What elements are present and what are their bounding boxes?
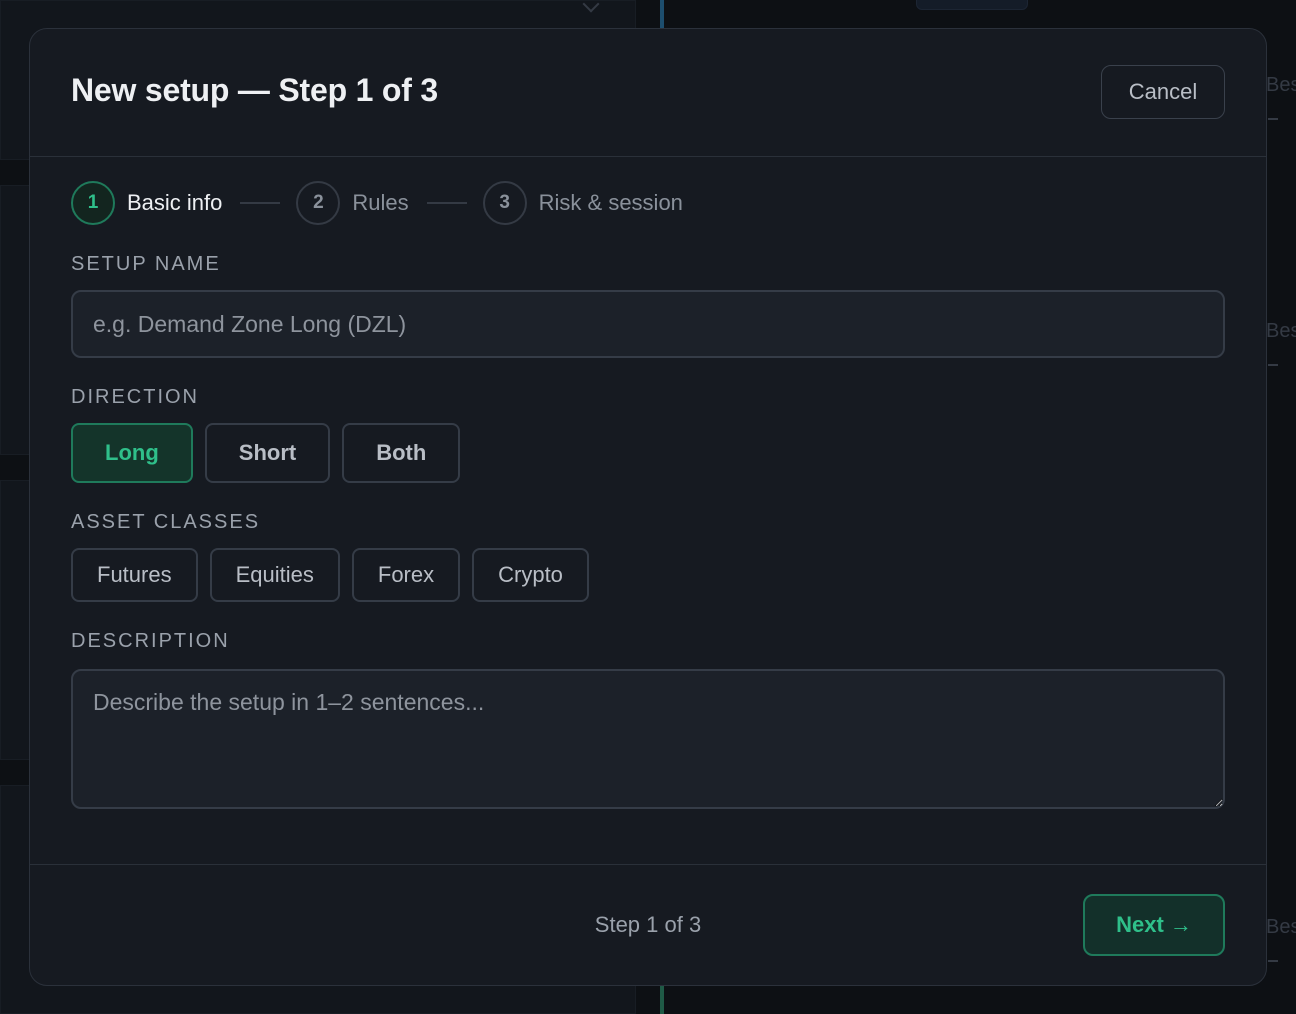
cancel-button[interactable]: Cancel xyxy=(1101,64,1225,119)
direction-long-button[interactable]: Long xyxy=(71,423,193,483)
step-risk-session[interactable]: 3 Risk & session xyxy=(482,181,683,225)
asset-chip-crypto[interactable]: Crypto xyxy=(472,548,589,602)
modal-footer: Step 1 of 3 Next → xyxy=(30,864,1266,985)
bg-accent-bar xyxy=(660,986,664,1014)
bg-accent-bar xyxy=(660,0,664,30)
step-label: Risk & session xyxy=(538,190,683,215)
bg-text: Bes xyxy=(1266,74,1296,96)
bg-dash xyxy=(1268,118,1278,120)
stepper: 1 Basic info 2 Rules 3 Risk & session xyxy=(71,157,1225,249)
direction-both-button[interactable]: Both xyxy=(342,423,461,483)
setup-name-label: SETUP NAME xyxy=(71,253,221,275)
asset-chip-forex[interactable]: Forex xyxy=(351,548,461,602)
step-label: Rules xyxy=(352,190,409,215)
description-label: DESCRIPTION xyxy=(71,630,230,652)
asset-classes-label: ASSET CLASSES xyxy=(71,511,261,533)
footer-step-indicator: Step 1 of 3 xyxy=(594,912,702,937)
step-connector xyxy=(240,202,281,204)
modal-header: New setup — Step 1 of 3 Cancel xyxy=(30,29,1266,157)
description-textarea[interactable] xyxy=(71,669,1225,809)
step-label: Basic info xyxy=(127,190,223,215)
asset-class-chips: Futures Equities Forex Crypto xyxy=(71,548,1225,602)
direction-selector: Long Short Both xyxy=(71,423,1225,483)
direction-short-button[interactable]: Short xyxy=(204,423,331,483)
modal-title: New setup — Step 1 of 3 xyxy=(71,72,439,108)
next-button[interactable]: Next → xyxy=(1083,894,1225,956)
new-setup-modal: New setup — Step 1 of 3 Cancel 1 Basic i… xyxy=(29,28,1267,986)
step-rules[interactable]: 2 Rules xyxy=(296,181,409,225)
direction-label: DIRECTION xyxy=(71,386,199,408)
setup-name-input[interactable] xyxy=(71,290,1225,358)
bg-dash xyxy=(1268,960,1278,962)
step-number: 2 xyxy=(296,181,341,225)
step-basic-info[interactable]: 1 Basic info xyxy=(71,181,222,225)
asset-chip-futures[interactable]: Futures xyxy=(71,548,198,602)
step-number: 1 xyxy=(71,181,115,225)
bg-pill xyxy=(916,0,1028,10)
step-connector xyxy=(426,202,467,204)
bg-text: Bes xyxy=(1266,320,1296,342)
bg-dash xyxy=(1268,364,1278,366)
step-number: 3 xyxy=(482,181,527,225)
modal-body: 1 Basic info 2 Rules 3 Risk & session SE… xyxy=(30,157,1266,809)
asset-chip-equities[interactable]: Equities xyxy=(209,548,340,602)
bg-text: Bes xyxy=(1266,916,1296,938)
